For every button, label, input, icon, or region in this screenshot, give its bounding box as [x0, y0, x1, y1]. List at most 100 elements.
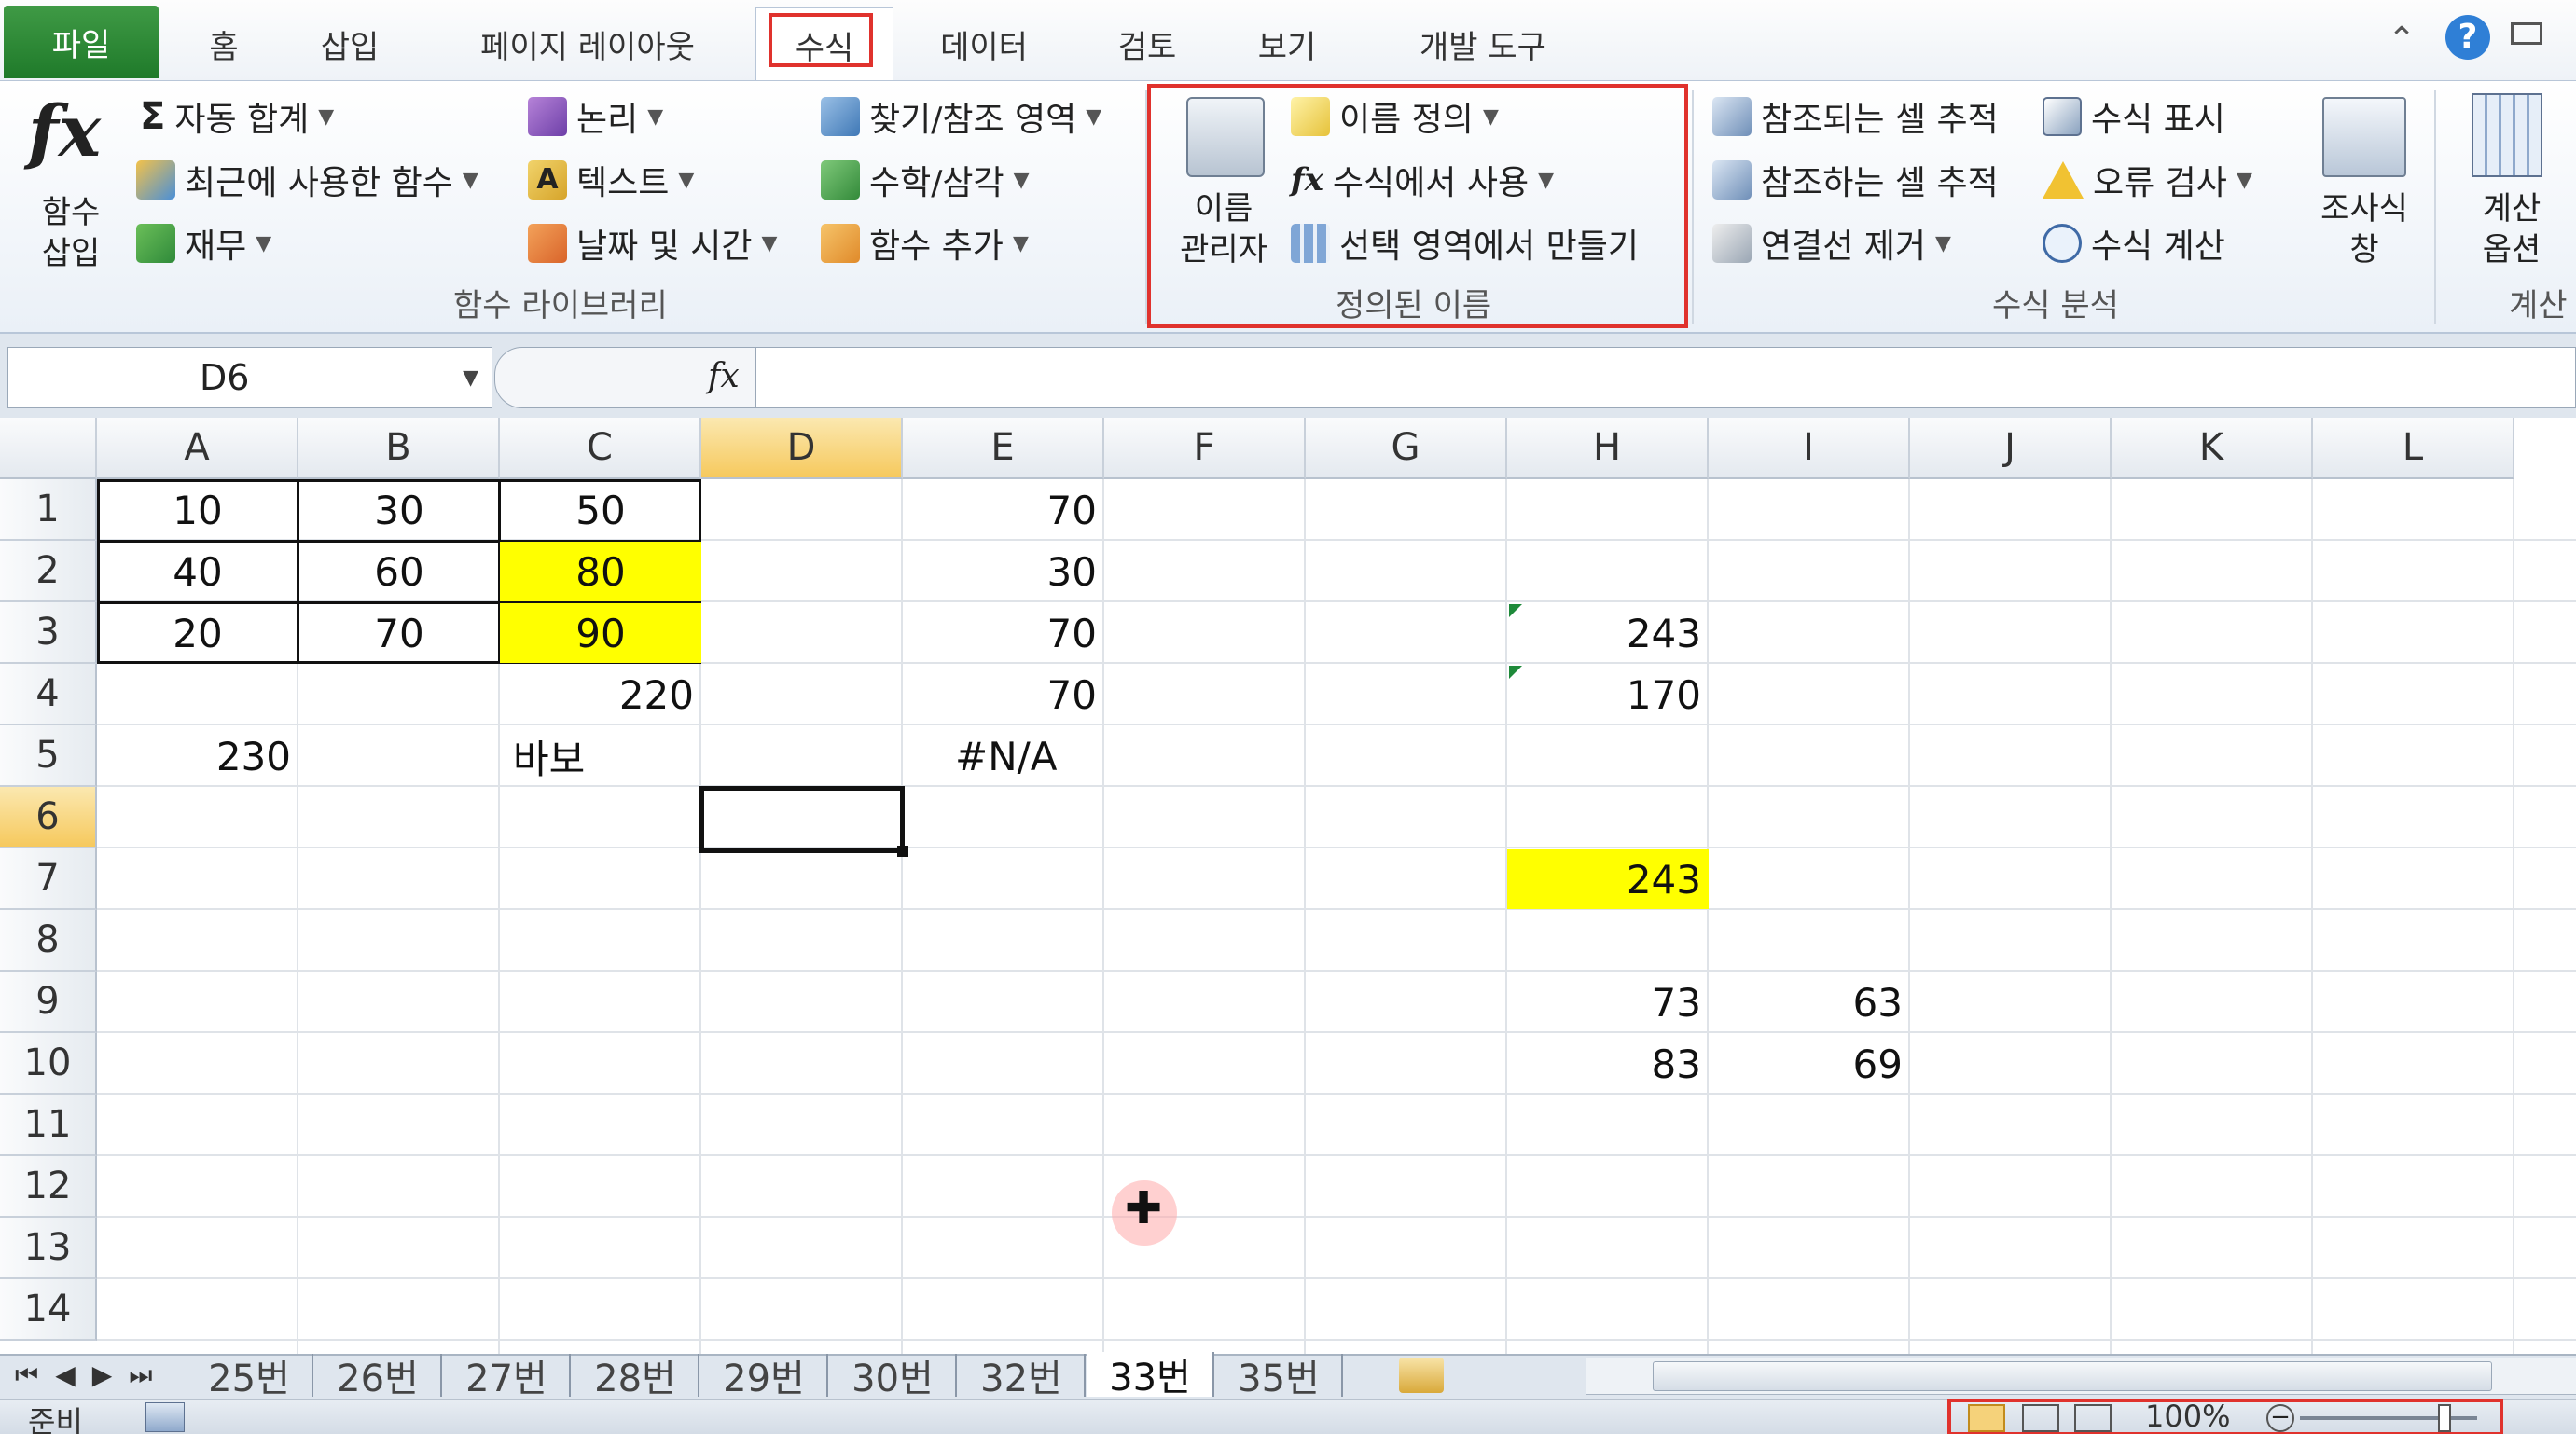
cell-i9[interactable]: 63 — [1709, 972, 1910, 1032]
trace-dependents-button[interactable]: 참조하는 셀 추적 — [1712, 153, 1999, 207]
row-header-9[interactable]: 9 — [0, 972, 97, 1033]
cell-b1[interactable]: 30 — [298, 480, 500, 540]
sheet-tab-9[interactable]: 35번 — [1216, 1354, 1343, 1400]
error-indicator-icon[interactable] — [1509, 604, 1522, 617]
column-header-g[interactable]: G — [1306, 418, 1507, 479]
define-name-button[interactable]: 이름 정의 ▼ — [1291, 90, 1499, 144]
row-header-8[interactable]: 8 — [0, 910, 97, 972]
cell-b2[interactable]: 60 — [298, 542, 500, 601]
sheet-tab-3[interactable]: 27번 — [444, 1354, 571, 1400]
row-header-7[interactable]: 7 — [0, 848, 97, 910]
restore-window-icon[interactable] — [2511, 22, 2542, 45]
zoom-level[interactable]: 100% — [2145, 1399, 2230, 1434]
calculation-options-button[interactable]: 계산 옵션 — [2447, 188, 2576, 270]
chevron-down-icon[interactable]: ▼ — [463, 366, 478, 390]
row-header-2[interactable]: 2 — [0, 541, 97, 602]
column-header-c[interactable]: C — [500, 418, 701, 479]
cell-a2[interactable]: 40 — [97, 542, 298, 601]
cell-e3[interactable]: 70 — [903, 603, 1104, 663]
column-header-l[interactable]: L — [2313, 418, 2514, 479]
sheet-nav-buttons[interactable]: ⏮◀▶⏭ — [15, 1359, 169, 1391]
use-in-formula-button[interactable]: fx 수식에서 사용 ▼ — [1291, 153, 1554, 207]
cell-c4[interactable]: 220 — [500, 665, 701, 724]
cell-h10[interactable]: 83 — [1507, 1034, 1709, 1094]
row-header-11[interactable]: 11 — [0, 1095, 97, 1156]
cell-i10[interactable]: 69 — [1709, 1034, 1910, 1094]
cell-e1[interactable]: 70 — [903, 480, 1104, 540]
tab-review[interactable]: 검토 — [1101, 9, 1194, 78]
recent-functions-button[interactable]: 최근에 사용한 함수 ▼ — [136, 153, 478, 207]
row-header-5[interactable]: 5 — [0, 725, 97, 787]
column-header-d[interactable]: D — [701, 418, 903, 479]
tab-page-layout[interactable]: 페이지 레이아웃 — [448, 9, 727, 78]
select-all-corner[interactable] — [0, 418, 97, 479]
active-cell-d6[interactable] — [699, 786, 905, 853]
cell-a5[interactable]: 230 — [97, 726, 298, 786]
sheet-tab-4[interactable]: 28번 — [573, 1354, 699, 1400]
row-header-12[interactable]: 12 — [0, 1156, 97, 1218]
cell-a3[interactable]: 20 — [97, 603, 298, 663]
normal-view-icon[interactable] — [1968, 1404, 2005, 1432]
cell-c5[interactable]: 바보 — [500, 726, 701, 786]
insert-function-button[interactable]: 함수 삽입 — [34, 192, 108, 274]
cell-h4[interactable]: 170 — [1507, 665, 1709, 724]
help-icon[interactable]: ? — [2445, 15, 2490, 60]
cell-b3[interactable]: 70 — [298, 603, 500, 663]
zoom-out-icon[interactable]: − — [2266, 1404, 2294, 1432]
error-indicator-icon[interactable] — [1509, 666, 1522, 679]
sheet-tab-7[interactable]: 32번 — [959, 1354, 1086, 1400]
text-button[interactable]: A 텍스트 ▼ — [528, 153, 694, 207]
tab-file[interactable]: 파일 — [4, 6, 159, 78]
insert-function-fx-icon[interactable]: fx — [708, 357, 740, 395]
row-header-4[interactable]: 4 — [0, 664, 97, 725]
sheet-tab-1[interactable]: 25번 — [187, 1354, 313, 1400]
column-header-b[interactable]: B — [298, 418, 500, 479]
sheet-tab-8[interactable]: 33번 — [1087, 1352, 1214, 1400]
page-layout-view-icon[interactable] — [2022, 1404, 2059, 1432]
math-button[interactable]: 수학/삼각 ▼ — [821, 153, 1030, 207]
cell-c2[interactable]: 80 — [500, 542, 701, 601]
show-formulas-button[interactable]: 수식 표시 — [2043, 90, 2225, 144]
cell-a1[interactable]: 10 — [97, 480, 298, 540]
cell-h3[interactable]: 243 — [1507, 603, 1709, 663]
tab-insert[interactable]: 삽입 — [308, 9, 392, 78]
fill-handle[interactable] — [897, 846, 908, 857]
scrollbar-thumb[interactable] — [1653, 1361, 2492, 1391]
error-checking-button[interactable]: 오류 검사 ▼ — [2043, 153, 2252, 207]
cell-e5[interactable]: #N/A — [903, 726, 1104, 786]
remove-arrows-button[interactable]: 연결선 제거 ▼ — [1712, 216, 1951, 270]
column-header-f[interactable]: F — [1104, 418, 1306, 479]
row-header-1[interactable]: 1 — [0, 479, 97, 541]
sheet-tab-6[interactable]: 30번 — [830, 1354, 957, 1400]
row-header-3[interactable]: 3 — [0, 602, 97, 664]
watch-window-button[interactable]: 조사식 창 — [2304, 188, 2425, 270]
lookup-button[interactable]: 찾기/참조 영역 ▼ — [821, 90, 1101, 144]
datetime-button[interactable]: 날짜 및 시간 ▼ — [528, 216, 777, 270]
column-header-i[interactable]: I — [1709, 418, 1910, 479]
create-from-selection-button[interactable]: 선택 영역에서 만들기 — [1291, 216, 1639, 270]
financial-button[interactable]: 재무 ▼ — [136, 216, 271, 270]
sheet-tab-2[interactable]: 26번 — [315, 1354, 442, 1400]
autosum-button[interactable]: Σ 자동 합계 ▼ — [140, 90, 334, 144]
collapse-ribbon-icon[interactable]: ⌃ — [2388, 21, 2416, 59]
page-break-view-icon[interactable] — [2074, 1404, 2112, 1432]
evaluate-formula-button[interactable]: 수식 계산 — [2043, 216, 2225, 270]
row-header-14[interactable]: 14 — [0, 1279, 97, 1341]
cell-h9[interactable]: 73 — [1507, 972, 1709, 1032]
zoom-slider-thumb[interactable] — [2438, 1404, 2451, 1432]
column-header-e[interactable]: E — [903, 418, 1104, 479]
trace-precedents-button[interactable]: 참조되는 셀 추적 — [1712, 90, 1999, 144]
cell-c1[interactable]: 50 — [500, 480, 701, 540]
cell-h7[interactable]: 243 — [1507, 849, 1709, 909]
column-header-a[interactable]: A — [97, 418, 298, 479]
cell-e2[interactable]: 30 — [903, 542, 1104, 601]
column-header-j[interactable]: J — [1910, 418, 2112, 479]
row-header-13[interactable]: 13 — [0, 1218, 97, 1279]
cell-e4[interactable]: 70 — [903, 665, 1104, 724]
name-box[interactable]: D6 ▼ — [7, 347, 492, 408]
tab-developer[interactable]: 개발 도구 — [1380, 9, 1586, 78]
tab-home[interactable]: 홈 — [187, 9, 261, 78]
more-functions-button[interactable]: 함수 추가 ▼ — [821, 216, 1029, 270]
row-header-10[interactable]: 10 — [0, 1033, 97, 1095]
tab-view[interactable]: 보기 — [1240, 9, 1334, 78]
